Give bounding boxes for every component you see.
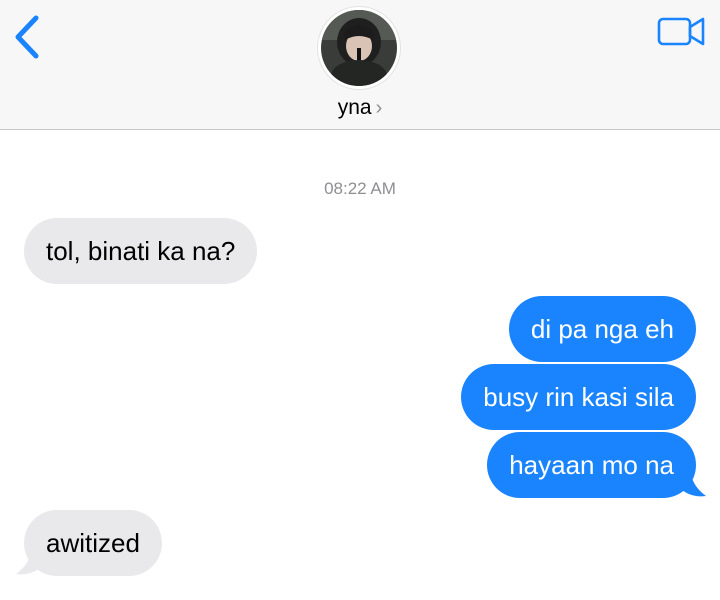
conversation-header: yna › — [0, 0, 720, 130]
chevron-right-icon: › — [375, 97, 383, 119]
message-text: busy rin kasi sila — [483, 382, 674, 412]
incoming-message-bubble[interactable]: tol, binati ka na? — [24, 218, 258, 284]
incoming-message-bubble[interactable]: awitized — [24, 510, 162, 576]
contact-name-link[interactable]: yna › — [0, 96, 720, 120]
chevron-left-icon — [15, 15, 39, 59]
message-text: hayaan mo na — [509, 450, 674, 480]
message-timestamp: 08:22 AM — [324, 179, 396, 198]
video-camera-icon — [657, 17, 705, 46]
message-text: di pa nga eh — [530, 314, 674, 344]
back-button[interactable] — [8, 12, 48, 62]
outgoing-bubble-tail — [680, 470, 706, 497]
outgoing-message-bubble[interactable]: busy rin kasi sila — [461, 364, 696, 430]
contact-avatar[interactable] — [318, 7, 400, 89]
contact-name: yna — [337, 96, 372, 119]
video-call-button[interactable] — [656, 14, 708, 50]
message-text: tol, binati ka na? — [46, 236, 236, 266]
avatar-photo — [321, 10, 397, 86]
incoming-bubble-tail — [16, 548, 42, 575]
outgoing-message-bubble[interactable]: di pa nga eh — [508, 296, 696, 362]
outgoing-message-bubble[interactable]: hayaan mo na — [487, 432, 696, 498]
message-text: awitized — [46, 528, 140, 558]
